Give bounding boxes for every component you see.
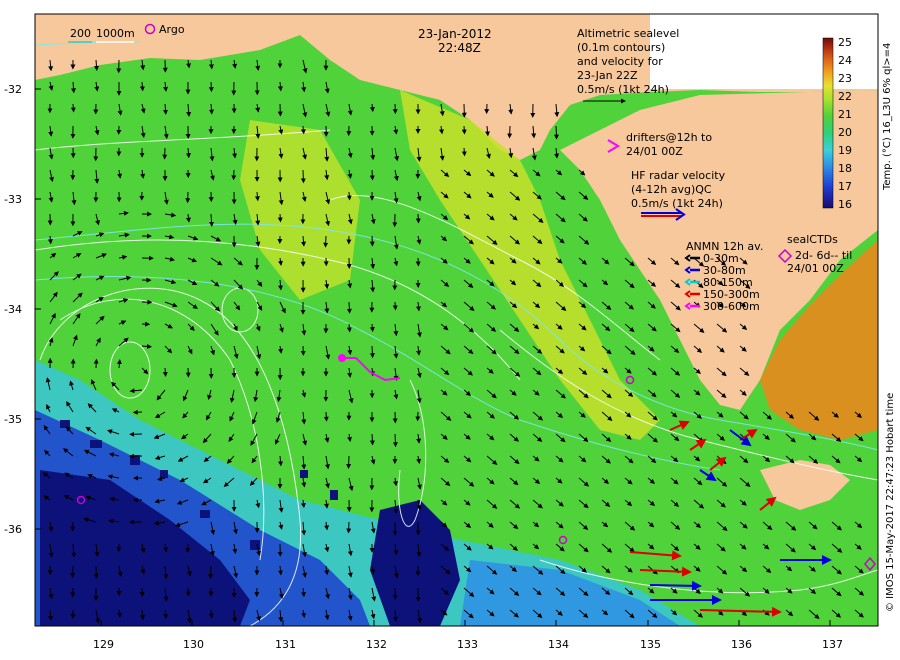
colorbar-label: Temp. (°C) 16_L3U 6% ql>=4 (882, 43, 893, 191)
lon-tick-label: 133 (457, 638, 478, 651)
velocity-arrow (323, 235, 329, 248)
velocity-arrow (369, 345, 375, 359)
lon-tick-label: 134 (548, 638, 569, 651)
velocity-arrow (507, 125, 513, 139)
lon-tick-label: 137 (822, 638, 843, 651)
altimetry-line-5: 0.5m/s (1kt 24h) (577, 83, 669, 96)
velocity-arrow (139, 81, 145, 92)
velocity-arrow (346, 323, 352, 333)
velocity-arrow (553, 125, 559, 140)
scale-label-1000: 1000m (96, 27, 135, 40)
velocity-arrow (369, 323, 375, 333)
lat-tick-label: -36 (4, 523, 22, 536)
velocity-arrow (415, 213, 421, 224)
colorbar-tick-label: 19 (838, 144, 852, 157)
lon-tick-label: 131 (275, 638, 296, 651)
velocity-arrow (300, 169, 306, 184)
sealctd-title: sealCTDs (787, 233, 838, 246)
colorbar-gradient (822, 37, 834, 209)
velocity-arrow (346, 455, 352, 469)
hf-radar-line-2: (4-12h avg)QC (631, 183, 712, 196)
velocity-arrow (346, 301, 352, 314)
hf-radar-line-1: HF radar velocity (631, 169, 726, 182)
colorbar-tick-label: 24 (838, 54, 852, 67)
lat-tick-label: -32 (4, 83, 22, 96)
velocity-arrow (461, 125, 467, 135)
date-label: 23-Jan-2012 (418, 27, 492, 41)
lon-tick-label: 130 (183, 638, 204, 651)
map-area (35, 14, 878, 626)
velocity-arrow (300, 125, 306, 135)
velocity-arrow (70, 103, 76, 113)
velocity-arrow (392, 433, 398, 448)
altimetry-line-1: Altimetric sealevel (577, 27, 679, 40)
colorbar-tick-label: 25 (838, 36, 852, 49)
colorbar-tick-label: 18 (838, 162, 852, 175)
anmn-legend-label: 300-600m (703, 300, 760, 313)
velocity-arrow (346, 191, 352, 201)
drifters-line-2: 24/01 00Z (626, 145, 683, 158)
altimetry-line-2: (0.1m contours) (577, 41, 665, 54)
hf-radar-line-3: 0.5m/s (1kt 24h) (631, 197, 723, 210)
sealctd-line-2: 24/01 00Z (787, 262, 844, 275)
colorbar-tick-label: 17 (838, 180, 852, 193)
time-label: 22:48Z (438, 41, 481, 55)
colorbar-tick-label: 21 (838, 108, 852, 121)
velocity-arrow (369, 433, 375, 446)
colorbar-tick-label: 16 (838, 198, 852, 211)
velocity-arrow (208, 565, 214, 580)
velocity-arrow (208, 81, 214, 93)
colorbar-tick-label: 22 (838, 90, 852, 103)
velocity-arrow (70, 565, 76, 579)
map-svg: -32 -33 -34 -35 -36 129 130 131 132 133 … (4, 13, 896, 651)
altimetry-line-3: and velocity for (577, 55, 663, 68)
argo-label: Argo (159, 23, 185, 36)
lon-tick-label: 136 (731, 638, 752, 651)
velocity-arrow (461, 147, 467, 157)
velocity-arrow (369, 169, 375, 181)
colorbar-tick-label: 20 (838, 126, 852, 139)
scale-label-200: 200 (70, 27, 91, 40)
lat-tick-label: -33 (4, 193, 22, 206)
lat-tick-label: -35 (4, 413, 22, 426)
colorbar-tick-label: 23 (838, 72, 852, 85)
velocity-arrow (323, 411, 329, 422)
copyright-footer: © IMOS 15-May-2017 22:47:23 Hobart time (885, 393, 896, 612)
lon-tick-label: 132 (366, 638, 387, 651)
lon-tick-label: 129 (93, 638, 114, 651)
velocity-arrow (392, 301, 398, 311)
sealctd-line-1: 2d- 6d-- til (795, 249, 852, 262)
lon-tick-label: 135 (640, 638, 661, 651)
velocity-arrow (208, 609, 214, 619)
drifters-line-1: drifters@12h to (626, 131, 712, 144)
lat-tick-label: -34 (4, 303, 22, 316)
velocity-arrow (162, 367, 168, 377)
sst-map-figure: -32 -33 -34 -35 -36 129 130 131 132 133 … (0, 0, 900, 660)
altimetry-line-4: 23-Jan 22Z (577, 69, 638, 82)
velocity-arrow (277, 213, 283, 223)
velocity-arrow (346, 521, 352, 534)
